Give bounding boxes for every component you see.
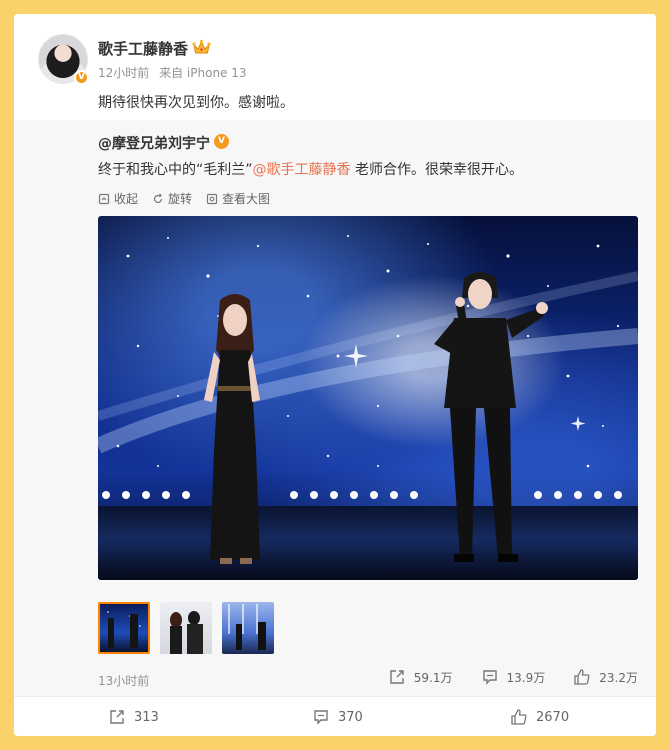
stage-lights — [102, 491, 622, 499]
repost-text-before: 终于和我心中的“毛利兰” — [98, 162, 253, 178]
comment-button[interactable]: 370 — [312, 708, 363, 726]
post-source: 来自 iPhone 13 — [159, 66, 247, 80]
singer-woman-figure — [204, 294, 260, 564]
weibo-post-card: V 歌手工藤静香 12小时前 来自 iPhone 13 期待很快再次见到你。感谢… — [14, 14, 656, 736]
collect-label: 收起 — [114, 192, 139, 206]
repost-like-count: 23.2万 — [599, 670, 638, 685]
thumbs-up-icon — [574, 669, 590, 685]
view-large-label: 查看大图 — [222, 192, 271, 206]
singer-man-figure — [434, 272, 548, 562]
repost-mention-link[interactable]: @歌手工藤静香 — [253, 162, 351, 178]
repost-username[interactable]: @摩登兄弟刘宇宁 — [98, 133, 210, 153]
share-icon — [390, 670, 404, 684]
thumbnail-3-image — [228, 604, 266, 650]
concert-photo[interactable] — [98, 216, 638, 580]
thumbnail-strip — [98, 602, 274, 654]
image-actions: 收起 旋转 查看大图 — [98, 190, 270, 207]
comment-count: 370 — [338, 709, 363, 725]
crown-icon — [192, 39, 211, 54]
rotate-button[interactable]: 旋转 — [152, 190, 192, 207]
post-text: 期待很快再次见到你。感谢啦。 — [98, 95, 294, 111]
post-time[interactable]: 12小时前 — [98, 66, 149, 80]
thumbnail-2-image — [170, 611, 203, 654]
repost-comment-button[interactable]: 13.9万 — [481, 668, 546, 686]
thumbs-up-icon — [511, 709, 527, 725]
stage-floor — [98, 506, 638, 580]
repost-share-count: 59.1万 — [413, 670, 453, 685]
like-count: 2670 — [536, 709, 570, 725]
repost-text-after: 老师合作。很荣幸很开心。 — [350, 162, 523, 178]
thumbnail-2[interactable] — [160, 602, 212, 654]
repost-share-button[interactable]: 59.1万 — [388, 668, 453, 686]
view-large-button[interactable]: 查看大图 — [206, 190, 270, 207]
repost-text: 终于和我心中的“毛利兰”@歌手工藤静香 老师合作。很荣幸很开心。 — [98, 159, 523, 179]
collect-button[interactable]: 收起 — [98, 190, 138, 207]
like-button[interactable]: 2670 — [510, 708, 569, 726]
repost-verified-icon: V — [214, 134, 229, 149]
thumbnail-3[interactable] — [222, 602, 274, 654]
forward-button[interactable]: 313 — [108, 708, 159, 726]
repost-comment-count: 13.9万 — [506, 670, 546, 685]
collapse-icon — [98, 193, 110, 204]
comment-icon — [482, 670, 497, 685]
post-meta: 12小时前 来自 iPhone 13 — [98, 64, 247, 81]
comment-icon — [314, 710, 328, 725]
repost-time[interactable]: 13小时前 — [98, 672, 149, 689]
forward-count: 313 — [134, 709, 159, 725]
thumbnail-1-image — [107, 611, 141, 648]
repost-block: @摩登兄弟刘宇宁 V 终于和我心中的“毛利兰”@歌手工藤静香 老师合作。很荣幸很… — [14, 120, 656, 696]
enlarge-icon — [206, 193, 218, 204]
thumbnail-1[interactable] — [98, 602, 150, 654]
share-icon — [110, 710, 124, 724]
post-action-bar: 313 370 2670 — [14, 696, 656, 736]
rotate-label: 旋转 — [168, 192, 193, 206]
repost-like-button[interactable]: 23.2万 — [573, 668, 638, 686]
verified-badge-icon: V — [74, 70, 89, 85]
rotate-icon — [153, 193, 163, 203]
post-username[interactable]: 歌手工藤静香 — [98, 38, 188, 59]
repost-stats: 59.1万 13.9万 23.2万 — [388, 668, 638, 686]
